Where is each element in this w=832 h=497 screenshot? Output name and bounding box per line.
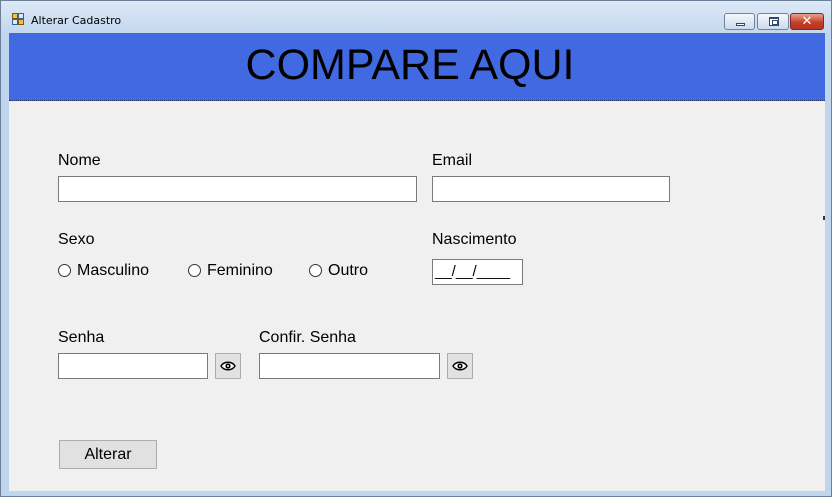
banner: COMPARE AQUI: [9, 33, 825, 101]
banner-title: COMPARE AQUI: [245, 41, 575, 89]
window: Alterar Cadastro ✕ COMPARE AQUI Nome Ema…: [0, 0, 832, 497]
nome-label: Nome: [58, 152, 101, 169]
radio-circle[interactable]: [188, 264, 201, 277]
radio-label: Outro: [328, 262, 369, 279]
close-button[interactable]: ✕: [790, 13, 824, 30]
radio-label: Masculino: [77, 262, 150, 279]
minimize-icon: [736, 23, 745, 26]
eye-icon: [452, 361, 468, 371]
maximize-button[interactable]: [757, 13, 789, 30]
resize-marker: [823, 216, 825, 220]
alterar-button[interactable]: Alterar: [59, 440, 157, 469]
title-bar[interactable]: Alterar Cadastro ✕: [1, 1, 831, 33]
senha-input[interactable]: [58, 353, 208, 379]
radio-circle[interactable]: [309, 264, 322, 277]
confir-senha-input[interactable]: [259, 353, 440, 379]
email-input[interactable]: [432, 176, 670, 202]
show-confir-senha-button[interactable]: [447, 353, 473, 379]
confir-senha-label: Confir. Senha: [259, 329, 356, 346]
nascimento-label: Nascimento: [432, 231, 517, 248]
nascimento-input[interactable]: __/__/____: [432, 259, 523, 285]
radio-label: Feminino: [207, 262, 273, 279]
senha-label: Senha: [58, 329, 105, 346]
nome-input[interactable]: [58, 176, 417, 202]
sexo-label: Sexo: [58, 231, 95, 248]
window-title: Alterar Cadastro: [31, 14, 122, 27]
form-client-area: COMPARE AQUI Nome Email Sexo Masculino F…: [9, 33, 825, 491]
app-icon: [12, 13, 25, 26]
show-senha-button[interactable]: [215, 353, 241, 379]
email-label: Email: [432, 152, 473, 169]
maximize-icon: [769, 17, 779, 26]
minimize-button[interactable]: [724, 13, 755, 30]
radio-circle[interactable]: [58, 264, 71, 277]
close-icon: ✕: [801, 14, 813, 29]
eye-icon: [220, 361, 236, 371]
